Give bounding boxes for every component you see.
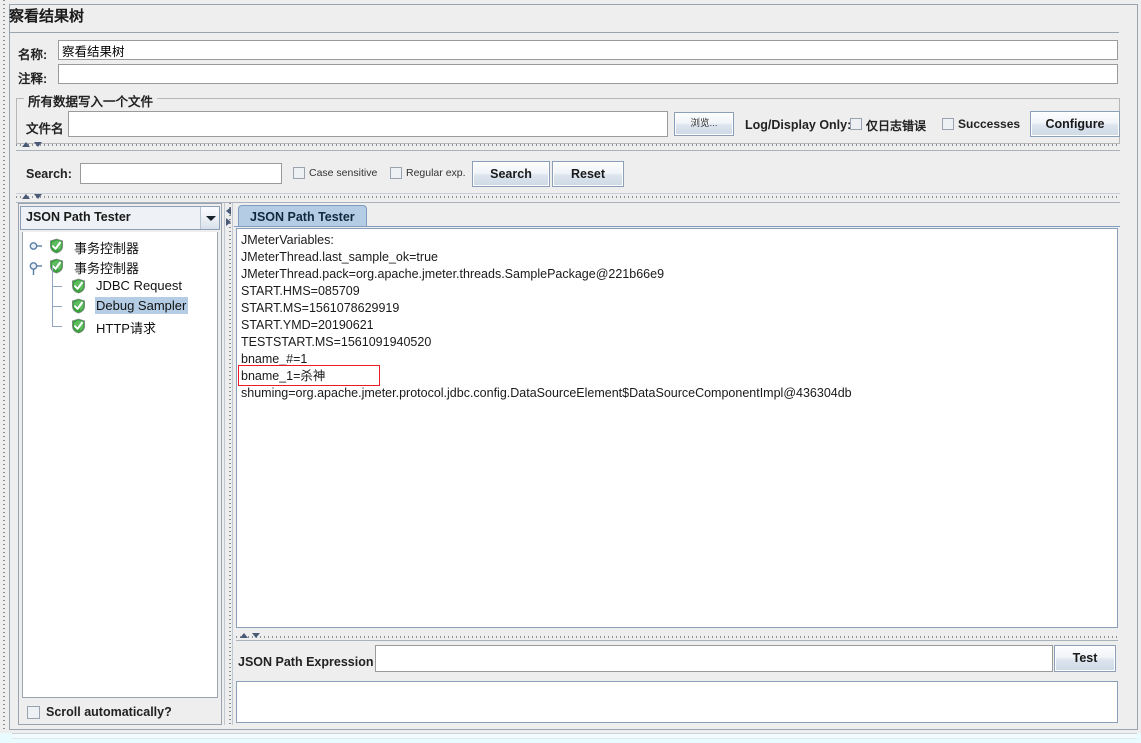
json-path-expression-label: JSON Path Expression — [238, 655, 374, 669]
title-separator — [9, 5, 1119, 33]
view-selector-arrow-button[interactable] — [200, 207, 219, 229]
comment-label: 注释: — [18, 72, 48, 86]
response-line: JMeterVariables: — [241, 233, 334, 247]
log-display-only-label: Log/Display Only: — [745, 118, 852, 132]
response-line: TESTSTART.MS=1561091940520 — [241, 335, 432, 349]
response-line: START.MS=1561078629919 — [241, 301, 400, 315]
name-label: 名称: — [18, 48, 48, 62]
configure-button[interactable]: Configure — [1030, 111, 1120, 137]
chevron-down-icon — [206, 216, 216, 221]
green-shield-check-icon — [49, 238, 64, 254]
divider-collapse-up-icon[interactable] — [22, 142, 30, 148]
tree-node-label: Debug Sampler — [95, 297, 189, 314]
detail-inner-divider[interactable] — [236, 632, 1118, 641]
json-path-result-area[interactable] — [236, 681, 1118, 723]
split-divider-top[interactable] — [16, 140, 1120, 151]
tree-expand-handle-icon[interactable] — [29, 236, 45, 256]
tab-json-path-tester[interactable]: JSON Path Tester — [238, 205, 367, 227]
response-line: START.HMS=085709 — [241, 284, 360, 298]
scroll-automatically-checkbox[interactable] — [27, 706, 40, 719]
comment-input[interactable] — [58, 64, 1118, 84]
jmeter-view-results-tree-window: 察看结果树 名称: 注释: 所有数据写入一个文件 文件名 浏览... Log/D… — [0, 0, 1141, 743]
tree-connector-line — [52, 326, 62, 327]
response-line: bname_#=1 — [241, 352, 308, 366]
browse-button[interactable]: 浏览... — [674, 112, 734, 136]
case-sensitive-label: Case sensitive — [309, 167, 378, 179]
vdivider-collapse-right-icon[interactable] — [226, 218, 233, 226]
green-shield-check-icon — [71, 278, 86, 294]
errors-only-checkbox[interactable] — [850, 118, 862, 130]
window-left-rail — [0, 0, 8, 730]
response-line: shuming=org.apache.jmeter.protocol.jdbc.… — [241, 386, 852, 400]
window-bottom-strip-inner — [12, 733, 1137, 739]
window-bottom-strip — [0, 733, 1141, 743]
errors-only-label: 仅日志错误 — [866, 119, 927, 133]
regular-expression-label: Regular exp. — [406, 167, 466, 179]
response-line: bname_1=杀神 — [241, 369, 326, 383]
filename-input[interactable] — [68, 111, 668, 137]
green-shield-check-icon — [71, 298, 86, 314]
tree-connector-line — [52, 306, 62, 307]
json-path-expression-input[interactable] — [375, 645, 1053, 672]
split-divider-middle[interactable] — [16, 192, 1120, 203]
tree-node-label: HTTP请求 — [96, 321, 156, 336]
divider2-collapse-up-icon[interactable] — [22, 194, 30, 200]
vdivider-collapse-left-icon[interactable] — [226, 207, 233, 215]
test-button[interactable]: Test — [1054, 645, 1116, 672]
successes-only-checkbox[interactable] — [942, 118, 954, 130]
case-sensitive-checkbox[interactable] — [293, 167, 305, 179]
sampler-result-tree[interactable]: 事务控制器 事务控制器 JDBC Request Debug Sampler HTTP请… — [22, 232, 218, 698]
divider-collapse-down-icon[interactable] — [34, 142, 42, 148]
search-label: Search: — [26, 167, 72, 181]
successes-only-label: Successes — [958, 117, 1021, 131]
tree-node-label: 事务控制器 — [74, 241, 140, 256]
scroll-automatically-label: Scroll automatically? — [46, 705, 172, 719]
tree-collapse-handle-icon[interactable] — [29, 256, 45, 276]
response-line: JMeterThread.pack=org.apache.jmeter.thre… — [241, 267, 665, 281]
split-divider-vertical[interactable] — [224, 203, 233, 725]
inner-divider-down-icon[interactable] — [252, 633, 260, 639]
regular-expression-checkbox[interactable] — [390, 167, 402, 179]
search-input[interactable] — [80, 163, 282, 184]
divider2-collapse-down-icon[interactable] — [34, 194, 42, 200]
page-title: 察看结果树 — [9, 8, 85, 25]
tree-node-label: JDBC Request — [96, 278, 182, 293]
response-line: JMeterThread.last_sample_ok=true — [241, 250, 438, 264]
tree-connector-line — [52, 266, 53, 326]
response-data-textarea[interactable]: JMeterVariables: JMeterThread.last_sample… — [236, 228, 1118, 628]
name-input[interactable] — [58, 40, 1118, 60]
filename-label: 文件名 — [26, 122, 64, 136]
write-to-file-legend: 所有数据写入一个文件 — [24, 91, 158, 110]
reset-button[interactable]: Reset — [552, 161, 624, 187]
inner-divider-up-icon[interactable] — [240, 633, 248, 639]
tree-node-label: 事务控制器 — [74, 261, 140, 276]
search-button[interactable]: Search — [472, 161, 550, 187]
view-selector-value: JSON Path Tester — [26, 210, 131, 224]
response-line: START.YMD=20190621 — [241, 318, 374, 332]
green-shield-check-icon — [71, 318, 86, 334]
tree-connector-line — [52, 286, 62, 287]
